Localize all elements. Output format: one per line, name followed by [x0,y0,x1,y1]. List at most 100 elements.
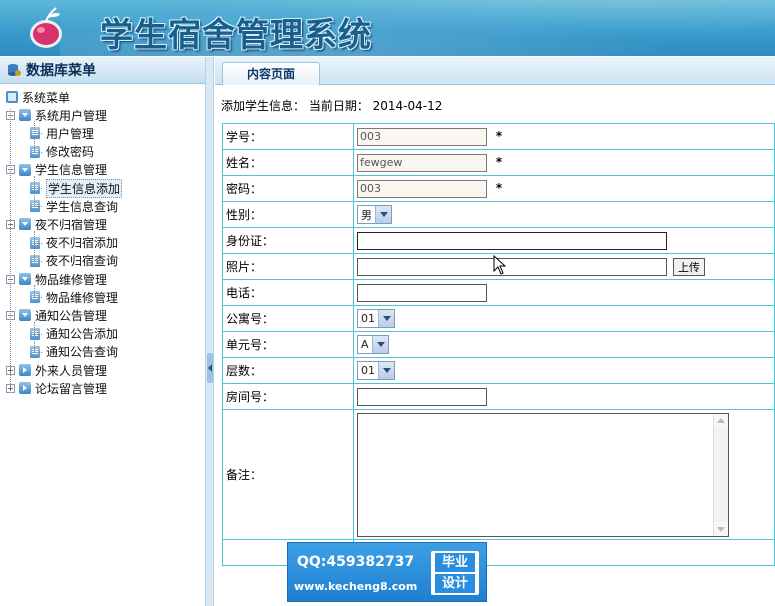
floor-select[interactable]: 01 [357,361,395,380]
room-input[interactable] [357,387,487,406]
tree-connector [34,351,42,353]
floor-select-value: 01 [361,364,375,377]
tree-group-3[interactable]: − 物品维修管理 [6,270,107,288]
textarea-scrollbar[interactable] [713,413,728,536]
tree-connector [34,230,35,261]
folder-icon [19,163,31,176]
collapse-sidebar-handle[interactable] [207,353,213,383]
tree-item-3-0[interactable]: 物品维修管理 [30,288,118,306]
phone-input[interactable] [357,283,487,302]
id-card-input[interactable] [357,231,667,250]
tree-connector [34,242,42,244]
form-info-line: 添加学生信息： 当前日期： 2014-04-12 [221,99,443,113]
sidebar: 数据库菜单 系统菜单 − 系统用户管理 用户管理 修改密码 − 学生信息管理 学生信息添加 学生… [0,57,214,606]
student-form: 学号： * 姓名： * 密码： * 性别： 男 [222,123,775,566]
tree-item-3-0-label: 物品维修管理 [46,290,119,305]
tree-connector [34,285,35,298]
tree-group-1[interactable]: − 学生信息管理 [6,161,107,179]
folder-icon [19,109,31,122]
apartment-label: 公寓号： [222,305,354,332]
tree-group-5-label: 外来人员管理 [35,363,108,378]
required-mark: * [495,129,503,143]
tree-connector [34,206,42,208]
form-row-id-card: 身份证： [222,227,775,254]
phone-label: 电话： [222,279,354,306]
menu-tree: 系统菜单 − 系统用户管理 用户管理 修改密码 − 学生信息管理 学生信息添加 学生信息查询 − 夜… [0,84,213,396]
tree-item-4-0[interactable]: 通知公告添加 [30,325,118,343]
unit-select[interactable]: A [357,335,389,354]
tree-group-6[interactable]: + 论坛留言管理 [6,379,107,397]
tree-group-4-label: 通知公告管理 [35,308,108,323]
remark-textarea[interactable] [357,412,729,537]
watermark-qq: QQ:459382737 [297,554,415,570]
scroll-up-icon[interactable] [714,413,728,428]
tree-group-5[interactable]: + 外来人员管理 [6,361,107,379]
form-row-remark: 备注： [222,409,775,540]
tree-group-2[interactable]: − 夜不归宿管理 [6,215,107,233]
scroll-down-icon[interactable] [714,521,728,536]
sidebar-splitter[interactable] [205,57,214,606]
watermark-badge-top: 毕业 [435,553,475,572]
chevron-down-icon[interactable] [378,362,394,379]
tab-bar: 内容页面 [215,57,775,86]
tree-item-0-0-label: 用户管理 [46,126,95,141]
tree-connector [34,321,35,352]
folder-icon [19,273,31,285]
tree-connector [34,151,42,153]
chevron-down-icon[interactable] [378,310,394,327]
photo-input[interactable] [357,257,667,276]
tree-item-2-0[interactable]: 夜不归宿添加 [30,234,118,252]
id-card-label: 身份证： [222,227,354,254]
sidebar-header: 数据库菜单 [0,57,213,84]
chevron-down-icon[interactable] [375,206,391,223]
tree-group-0[interactable]: − 系统用户管理 [6,106,107,124]
folder-icon [19,218,31,231]
tree-item-4-0-label: 通知公告添加 [46,327,119,342]
form-row-room: 房间号： [222,383,775,410]
tree-item-2-1-label: 夜不归宿查询 [46,254,119,269]
mouse-cursor-icon [493,255,507,275]
tree-item-2-1[interactable]: 夜不归宿查询 [30,252,118,270]
name-input[interactable] [357,153,487,172]
tree-connector [34,297,42,299]
tab-content-page[interactable]: 内容页面 [222,62,320,86]
main-content: 内容页面 添加学生信息： 当前日期： 2014-04-12 学号： * 姓名： … [215,57,775,606]
tree-item-1-0[interactable]: 学生信息添加 [30,178,123,198]
gender-select[interactable]: 男 [357,205,392,224]
student-id-label: 学号： [222,123,354,150]
folder-icon [19,309,31,322]
student-id-input[interactable] [357,127,487,146]
tree-connector [34,133,42,135]
watermark-url: www.kecheng8.com [294,580,418,593]
form-row-floor: 层数： 01 [222,357,775,384]
tree-item-1-1[interactable]: 学生信息查询 [30,197,118,215]
apartment-select[interactable]: 01 [357,309,395,328]
floor-label: 层数： [222,357,354,384]
tree-root[interactable]: 系统菜单 [6,88,70,106]
remark-label: 备注： [222,409,354,540]
required-mark: * [495,155,503,169]
tree-item-2-0-label: 夜不归宿添加 [46,236,119,251]
tree-connector [34,260,42,262]
tree-item-4-1[interactable]: 通知公告查询 [30,343,118,361]
tree-item-4-1-label: 通知公告查询 [46,345,119,360]
form-row-student-id: 学号： * [222,123,775,150]
upload-button[interactable]: 上传 [673,257,705,276]
watermark-badge-bottom: 设计 [435,574,475,593]
apple-logo-icon [30,7,62,48]
watermark: QQ:459382737 www.kecheng8.com 毕业 设计 [287,542,487,602]
tree-group-6-label: 论坛留言管理 [35,381,108,396]
watermark-badge: 毕业 设计 [431,551,479,595]
tree-root-label: 系统菜单 [22,90,71,105]
password-input[interactable] [357,179,487,198]
form-row-apartment: 公寓号： 01 [222,305,775,332]
tree-item-1-0-label: 学生信息添加 [46,178,123,198]
photo-label: 照片： [222,253,354,280]
chevron-down-icon[interactable] [372,336,388,353]
tree-item-1-1-label: 学生信息查询 [46,199,119,214]
tree-group-4[interactable]: − 通知公告管理 [6,306,107,324]
app-title: 学生宿舍管理系统 [100,15,372,54]
required-mark: * [495,181,503,195]
form-row-gender: 性别： 男 [222,201,775,228]
apartment-select-value: 01 [361,312,375,325]
